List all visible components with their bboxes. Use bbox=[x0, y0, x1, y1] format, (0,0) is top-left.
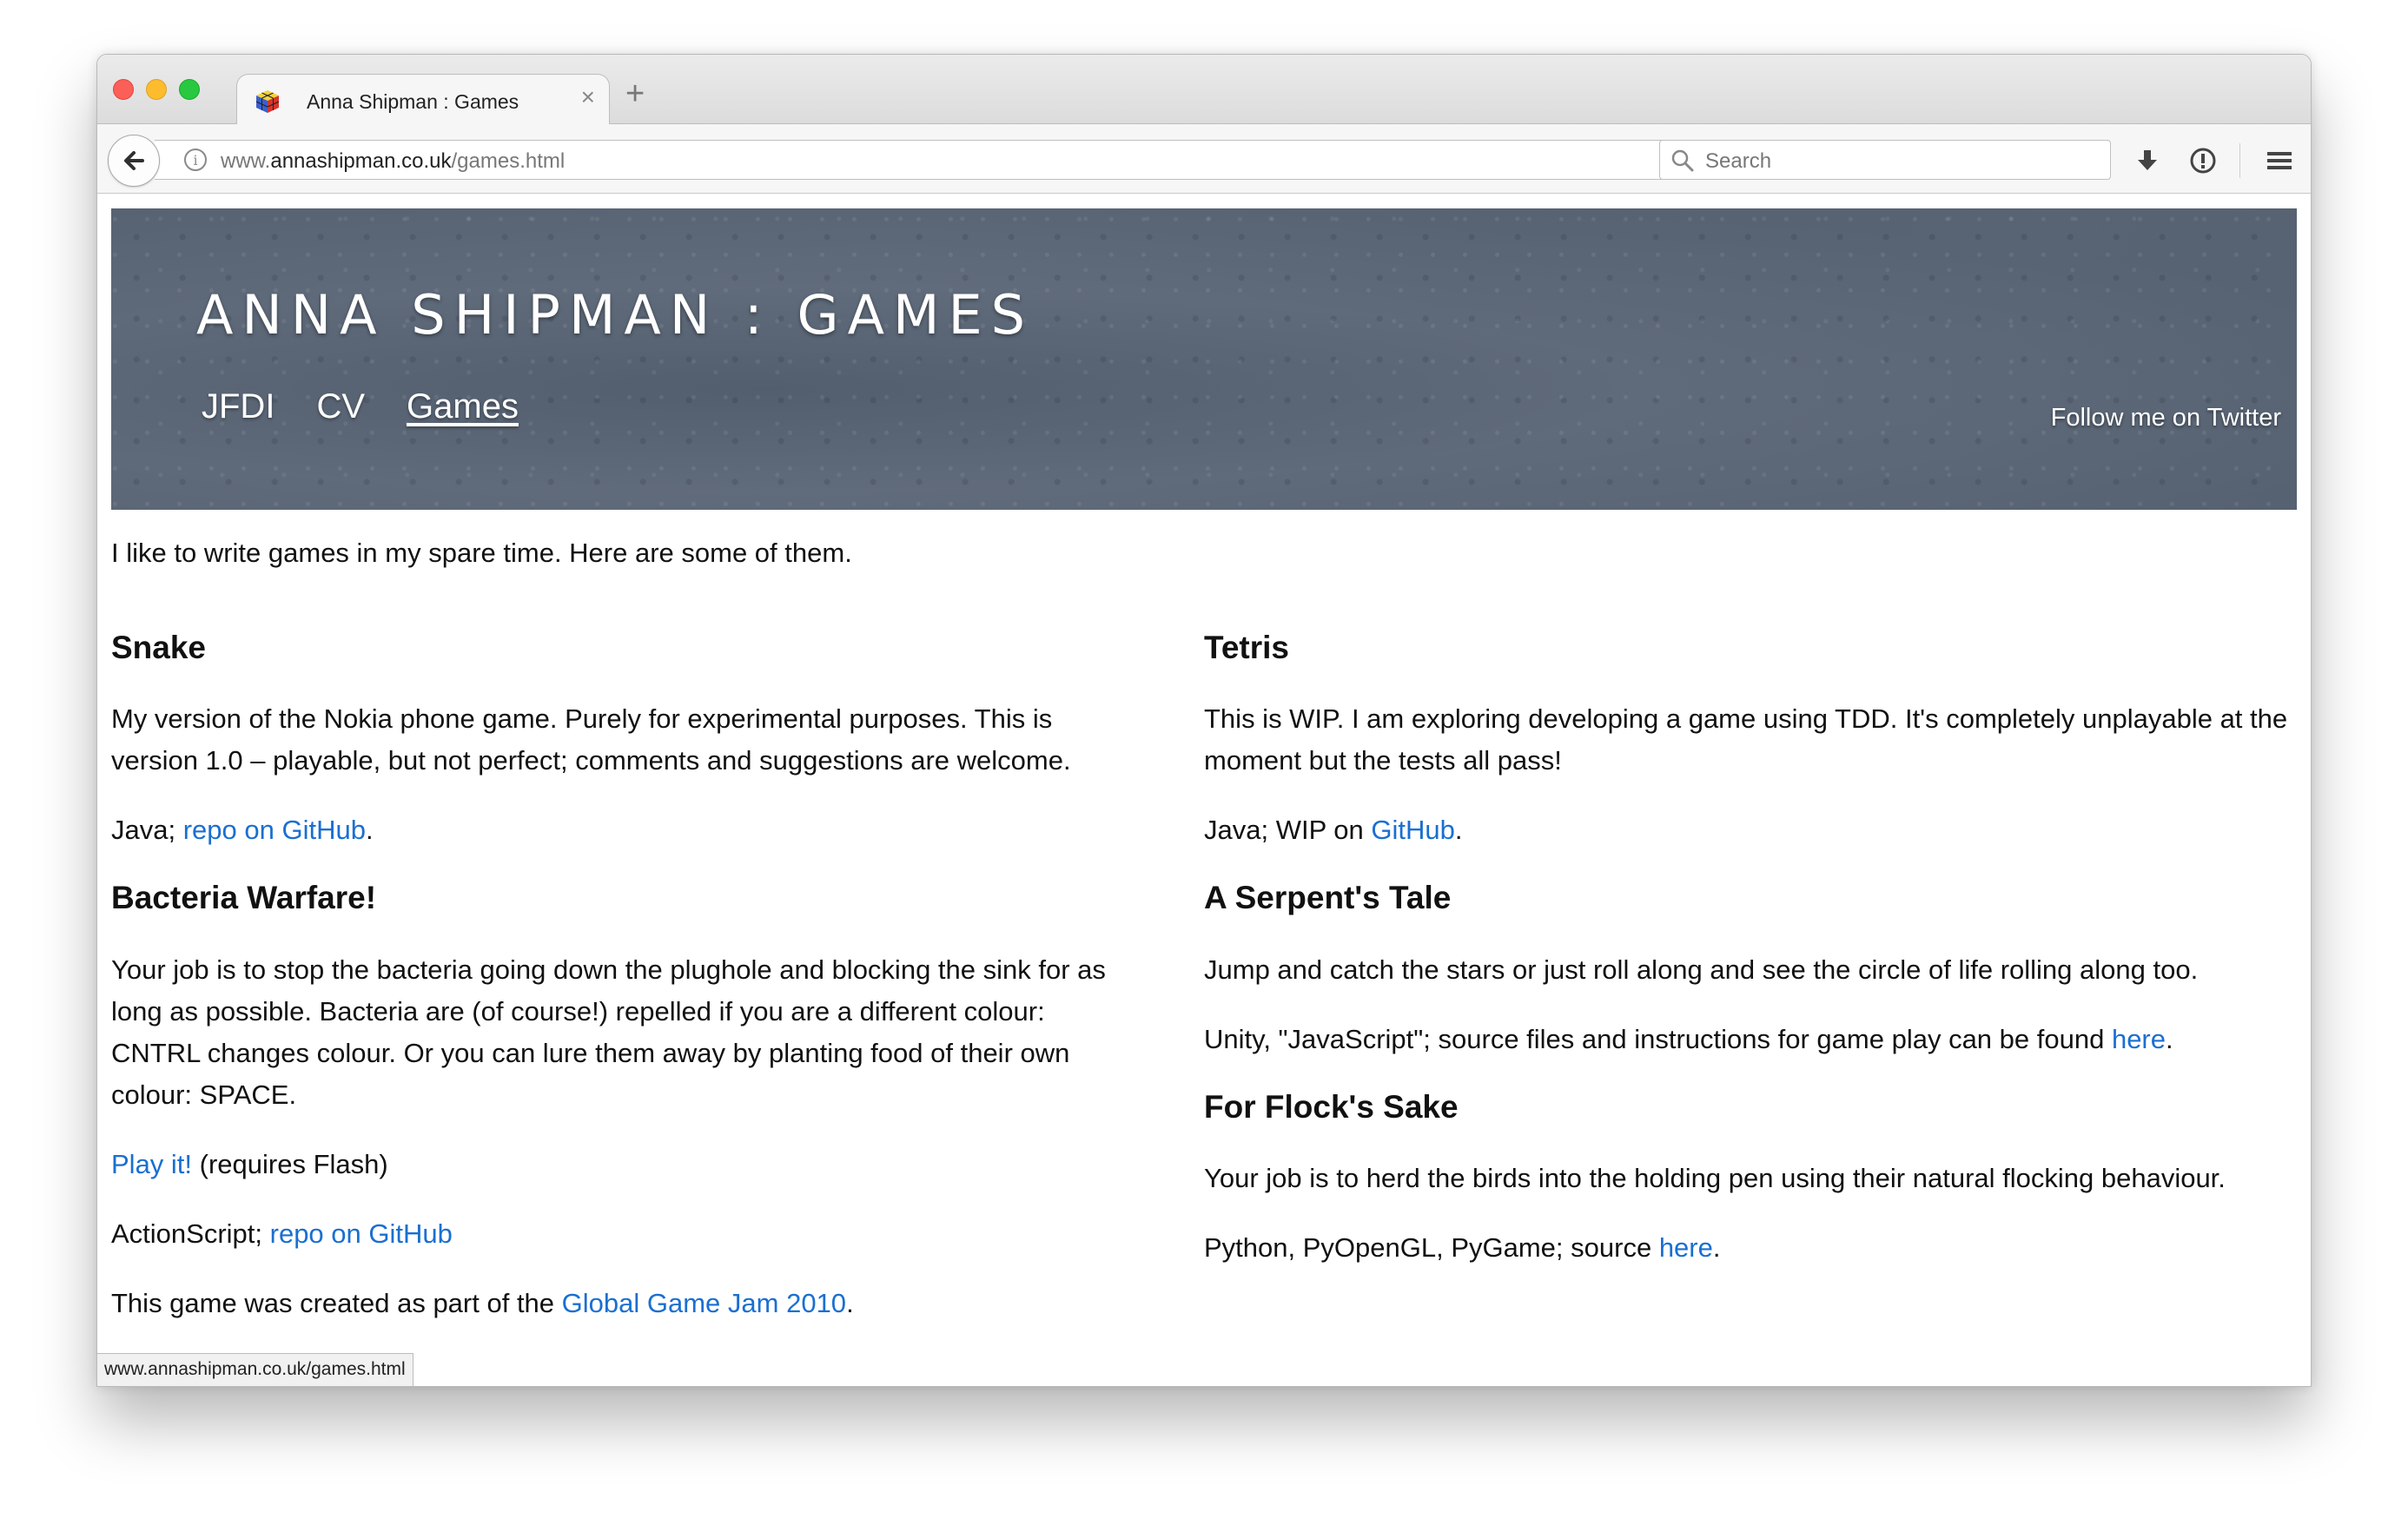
global-game-jam-link[interactable]: Global Game Jam 2010 bbox=[562, 1288, 846, 1318]
tech-text: ActionScript; bbox=[111, 1218, 270, 1249]
game-tech-snake: Java; repo on GitHub. bbox=[111, 809, 1110, 851]
tetris-github-link[interactable]: GitHub bbox=[1371, 815, 1454, 845]
serpent-here-link[interactable]: here bbox=[2112, 1024, 2166, 1054]
game-tech-flock: Python, PyOpenGL, PyGame; source here. bbox=[1204, 1227, 2299, 1269]
flock-here-link[interactable]: here bbox=[1659, 1232, 1713, 1263]
tail-text: . bbox=[846, 1287, 854, 1318]
url-text[interactable]: www.annashipman.co.uk/games.html bbox=[221, 149, 565, 174]
site-nav: JFDI CV Games bbox=[202, 387, 519, 426]
browser-window: Anna Shipman : Games × + i www.annashipm… bbox=[96, 54, 2312, 1387]
play-it-link[interactable]: Play it! bbox=[111, 1149, 192, 1179]
left-column: Snake My version of the Nokia phone game… bbox=[111, 629, 1110, 1352]
pocket-icon bbox=[2190, 148, 2216, 174]
new-tab-button[interactable]: + bbox=[625, 77, 645, 110]
jam-text: This game was created as part of the bbox=[111, 1287, 562, 1318]
game-title-bacteria: Bacteria Warfare! bbox=[111, 880, 377, 916]
tail-text: . bbox=[2166, 1023, 2173, 1054]
download-button[interactable] bbox=[2128, 142, 2167, 180]
nav-link-jfdi[interactable]: JFDI bbox=[202, 387, 275, 426]
snake-repo-link[interactable]: repo on GitHub bbox=[183, 815, 366, 845]
game-desc-bacteria: Your job is to stop the bacteria going d… bbox=[111, 954, 1106, 1110]
status-bar-url: www.annashipman.co.uk/games.html bbox=[97, 1353, 413, 1386]
game-title-flock: For Flock's Sake bbox=[1204, 1088, 1459, 1125]
close-window-button[interactable] bbox=[113, 79, 134, 100]
nav-link-cv[interactable]: CV bbox=[316, 387, 365, 426]
game-title-serpent: A Serpent's Tale bbox=[1204, 880, 1452, 916]
search-icon bbox=[1671, 149, 1694, 172]
game-desc-tetris: This is WIP. I am exploring developing a… bbox=[1204, 703, 2288, 776]
url-path: /games.html bbox=[451, 149, 566, 173]
tech-text: Java; bbox=[111, 815, 183, 846]
game-jam-bacteria: This game was created as part of the Glo… bbox=[111, 1283, 1110, 1324]
game-play-bacteria: Play it! (requires Flash) bbox=[111, 1144, 1110, 1185]
follow-twitter-link[interactable]: Follow me on Twitter bbox=[2051, 404, 2281, 432]
tail-text: . bbox=[1454, 815, 1463, 846]
game-tech-serpent: Unity, "JavaScript"; source files and in… bbox=[1204, 1019, 2299, 1060]
zoom-window-button[interactable] bbox=[179, 79, 200, 100]
rubiks-cube-favicon-icon bbox=[255, 90, 280, 113]
hamburger-menu-icon bbox=[2267, 152, 2292, 169]
game-tech-bacteria: ActionScript; repo on GitHub bbox=[111, 1213, 1110, 1255]
pocket-button[interactable] bbox=[2184, 142, 2222, 180]
tech-text: Python, PyOpenGL, PyGame; source bbox=[1204, 1232, 1659, 1264]
menu-button[interactable] bbox=[2260, 142, 2299, 180]
nav-toolbar: i www.annashipman.co.uk/games.html Searc… bbox=[97, 124, 2311, 194]
game-tech-tetris: Java; WIP on GitHub. bbox=[1204, 809, 2299, 851]
header-banner: ANNA SHIPMAN : GAMES JFDI CV Games Follo… bbox=[111, 208, 2297, 510]
back-arrow-icon bbox=[124, 151, 144, 170]
site-title: ANNA SHIPMAN : GAMES bbox=[196, 283, 1035, 347]
game-desc-snake: My version of the Nokia phone game. Pure… bbox=[111, 703, 1071, 776]
search-box[interactable]: Search bbox=[1659, 140, 2111, 180]
tail-text: . bbox=[365, 815, 374, 846]
url-prefix: www. bbox=[221, 149, 271, 173]
tech-text: Java; WIP on bbox=[1204, 815, 1372, 846]
toolbar-divider bbox=[2239, 143, 2240, 178]
tech-text: Unity, "JavaScript"; source files and in… bbox=[1204, 1023, 2112, 1054]
search-placeholder: Search bbox=[1705, 149, 1772, 173]
intro-text: I like to write games in my spare time. … bbox=[111, 538, 852, 568]
game-desc-flock: Your job is to herd the birds into the h… bbox=[1204, 1163, 2226, 1194]
tab-strip: Anna Shipman : Games × + bbox=[97, 55, 2311, 126]
nav-link-games[interactable]: Games bbox=[407, 387, 519, 426]
tab-title: Anna Shipman : Games bbox=[307, 90, 519, 113]
right-column: Tetris This is WIP. I am exploring devel… bbox=[1204, 629, 2299, 1297]
back-button[interactable] bbox=[108, 135, 160, 187]
page-content: ANNA SHIPMAN : GAMES JFDI CV Games Follo… bbox=[97, 195, 2311, 1386]
url-bar[interactable]: i www.annashipman.co.uk/games.html bbox=[155, 140, 1717, 180]
game-desc-serpent: Jump and catch the stars or just roll al… bbox=[1204, 954, 2199, 985]
site-info-icon[interactable]: i bbox=[184, 149, 207, 171]
download-arrow-icon bbox=[2138, 150, 2157, 170]
minimize-window-button[interactable] bbox=[146, 79, 167, 100]
tab-active[interactable]: Anna Shipman : Games × bbox=[236, 74, 610, 126]
tail-text: . bbox=[1712, 1232, 1721, 1264]
play-note: (requires Flash) bbox=[192, 1148, 388, 1179]
game-title-tetris: Tetris bbox=[1204, 630, 1290, 665]
bacteria-repo-link[interactable]: repo on GitHub bbox=[270, 1218, 453, 1249]
game-title-snake: Snake bbox=[111, 630, 207, 665]
url-domain: annashipman.co.uk bbox=[270, 149, 452, 173]
close-tab-icon[interactable]: × bbox=[581, 85, 595, 109]
